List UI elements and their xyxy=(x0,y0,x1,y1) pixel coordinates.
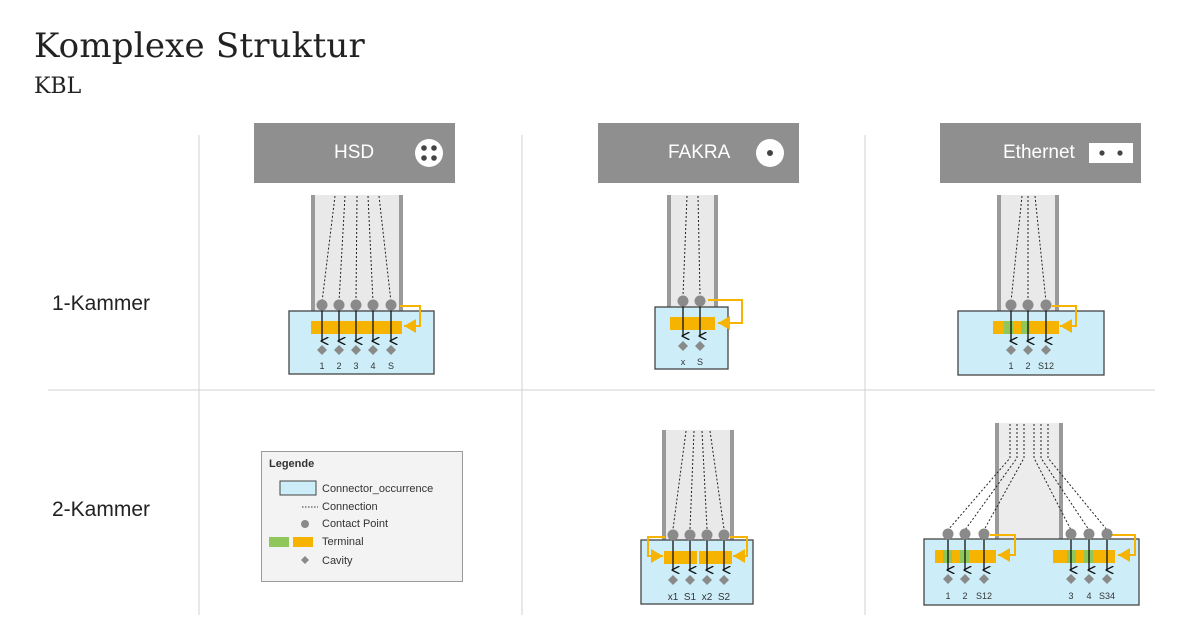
fakra-1kammer-terminal xyxy=(670,317,715,330)
cavity-label: S1 xyxy=(684,592,697,603)
cavity-label: S xyxy=(388,361,394,371)
legend-item-terminal: Terminal xyxy=(322,536,364,548)
ethernet-2kammer-terminal-right xyxy=(1053,550,1115,563)
fakra-1kammer-connector-occurrence xyxy=(654,306,729,370)
cavity-label: 2 xyxy=(1025,361,1030,371)
ethernet-1kammer-cable xyxy=(997,195,1059,313)
cavity-label: 1 xyxy=(1008,361,1013,371)
hsd-1kammer-cable xyxy=(311,195,403,313)
cavity-label: S12 xyxy=(976,591,992,601)
cavity-label: 4 xyxy=(1086,591,1091,601)
cavity-label: x1 xyxy=(668,592,679,603)
ethernet-2kammer-cable xyxy=(947,423,1108,540)
hsd-1kammer-connector-occurrence xyxy=(288,310,435,375)
cavity-label: 3 xyxy=(1068,591,1073,601)
cavity-label: 4 xyxy=(370,361,375,371)
legend-item-connection: Connection xyxy=(322,501,378,513)
fakra-1kammer-cable xyxy=(667,195,718,307)
cavity-label: x2 xyxy=(702,592,713,603)
cavity-label: 3 xyxy=(353,361,358,371)
ethernet-1kammer-terminal xyxy=(993,321,1059,334)
legend: Legende Connector_occurrence Connection … xyxy=(261,451,463,582)
legend-item-cavity: Cavity xyxy=(322,555,353,567)
cavity-label: 2 xyxy=(962,591,967,601)
cavity-label: 1 xyxy=(945,591,950,601)
cavity-label: S xyxy=(697,357,703,367)
cavity-label: S34 xyxy=(1099,591,1115,601)
legend-contact-point-symbol xyxy=(301,520,309,528)
fakra-2kammer-connector-occurrence xyxy=(640,539,754,605)
legend-item-connector-occurrence: Connector_occurrence xyxy=(322,483,434,495)
cavity-label: x xyxy=(681,357,686,367)
legend-connector-symbol xyxy=(279,480,317,496)
cavity-label: S2 xyxy=(718,592,731,603)
fakra-2kammer-cable xyxy=(662,430,734,540)
cavity-label: S12 xyxy=(1038,361,1054,371)
legend-cavity-symbol xyxy=(301,556,309,564)
legend-item-contact-point: Contact Point xyxy=(322,518,389,530)
cavity-label: 1 xyxy=(319,361,324,371)
cavity-label: 2 xyxy=(336,361,341,371)
diagram-canvas: 1 2 3 4 S x S 1 2 S12 x1 S1 x2 S2 1 2 S1… xyxy=(48,135,1155,615)
legend-terminal-orange-symbol xyxy=(293,537,313,547)
ethernet-1kammer-connector-occurrence xyxy=(957,310,1105,376)
legend-symbols xyxy=(269,480,318,564)
legend-terminal-green-symbol xyxy=(269,537,289,547)
